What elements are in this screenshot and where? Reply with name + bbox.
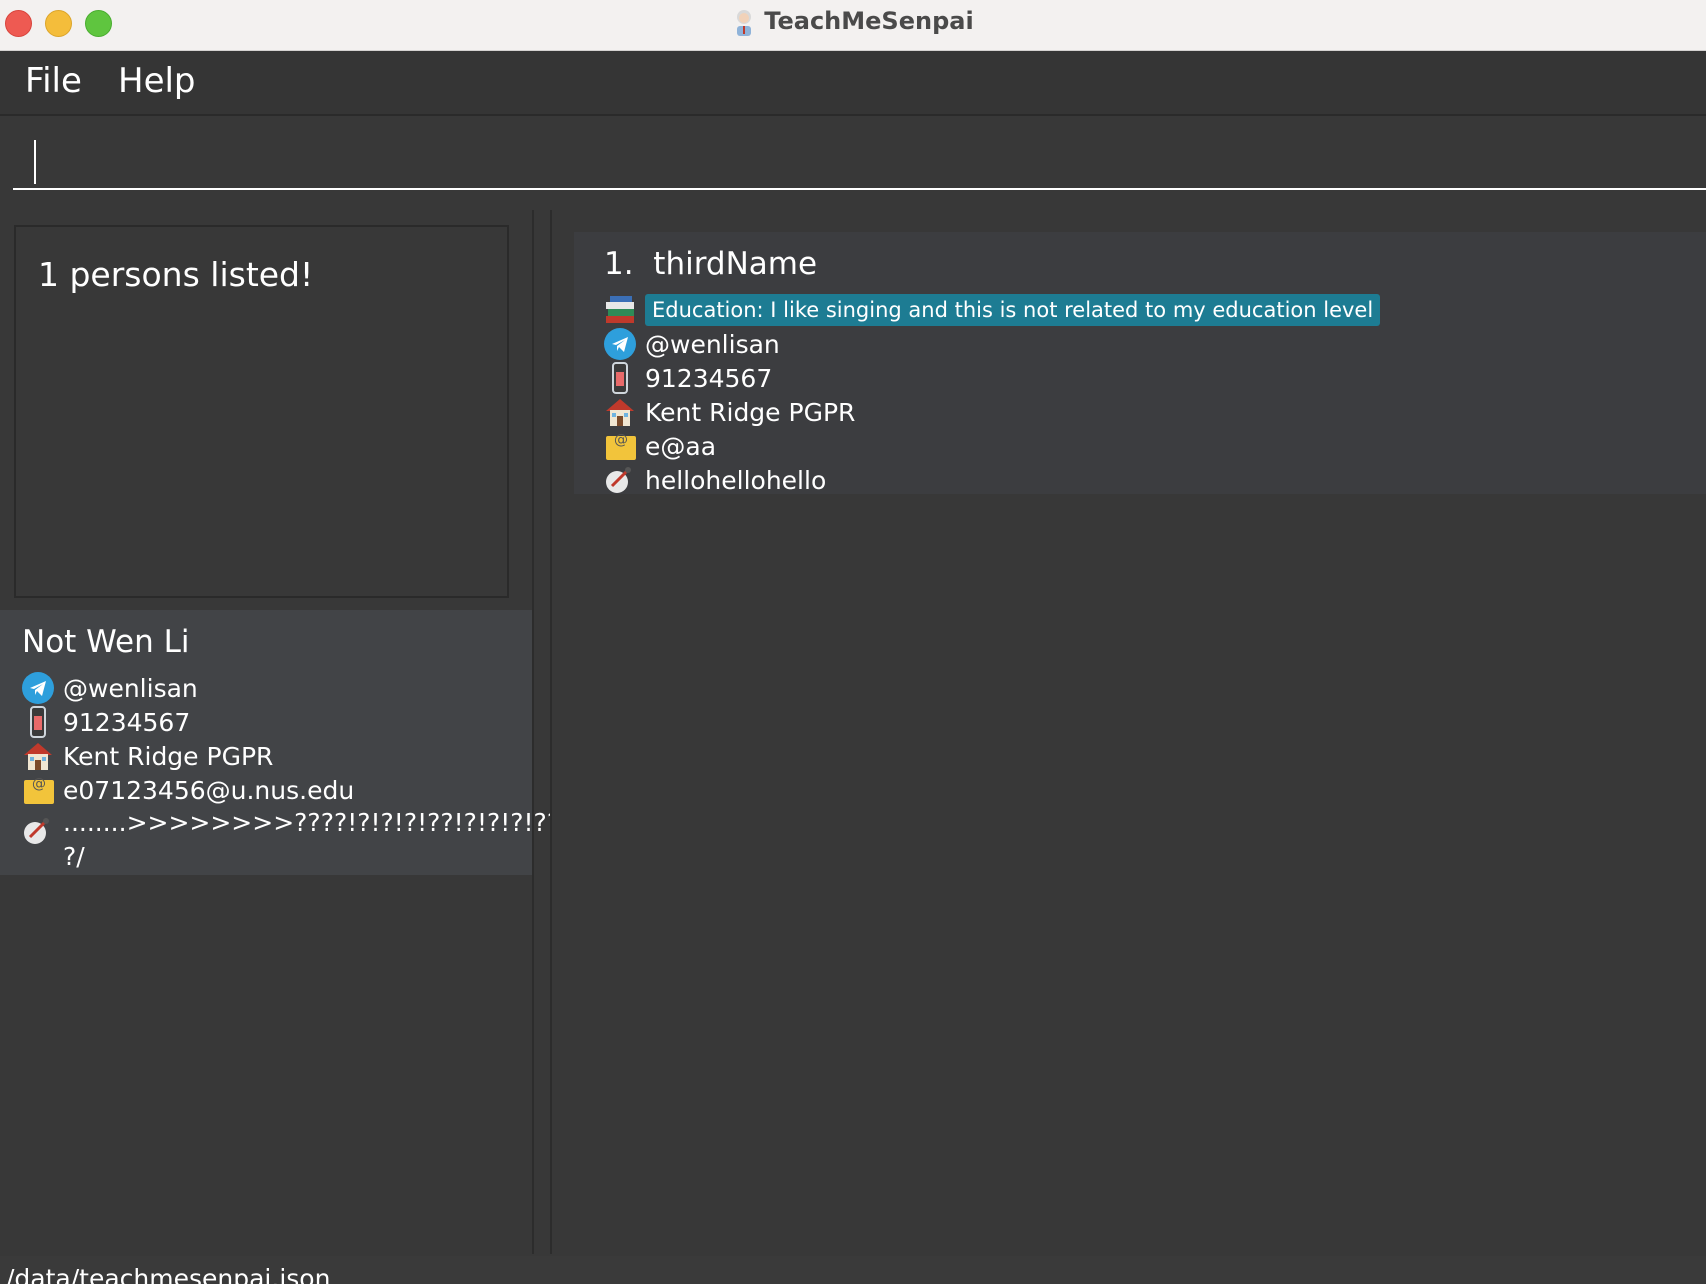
status-bar: /data/teachmesenpai.json bbox=[0, 1256, 1706, 1284]
senpai-app-icon bbox=[737, 10, 752, 36]
person-education-row: Education: I like singing and this is no… bbox=[604, 294, 1381, 326]
command-input[interactable] bbox=[13, 126, 1706, 190]
detail-remark-cont: ?/ bbox=[63, 841, 85, 871]
detail-remark-line1: ........>>>>>>>>????!?!?!?!??!?!?!?!??!?… bbox=[63, 806, 617, 838]
save-location: /data/teachmesenpai.json bbox=[6, 1264, 331, 1284]
person-address-row: Kent Ridge PGPR bbox=[604, 396, 855, 428]
person-remark-row: hellohellohello bbox=[604, 464, 826, 496]
person-email: e@aa bbox=[645, 431, 717, 461]
person-index: 1. bbox=[604, 246, 634, 282]
title-bar: TeachMeSenpai bbox=[0, 0, 1706, 51]
detail-telegram-row: @wenlisan bbox=[22, 672, 198, 704]
person-detail-card: Not Wen Li @wenlisan 91234567 Kent Ridge… bbox=[0, 610, 617, 875]
detail-phone-row: 91234567 bbox=[22, 706, 190, 738]
person-telegram-row: @wenlisan bbox=[604, 328, 780, 360]
person-card[interactable]: 1. thirdName Education: I like singing a… bbox=[574, 232, 1706, 496]
telegram-icon bbox=[22, 672, 54, 704]
house-icon bbox=[604, 396, 636, 428]
remark-icon bbox=[22, 815, 54, 851]
detail-remark: ........>>>>>>>>????!?!?!?!??!?!?!?!??!?… bbox=[63, 807, 617, 837]
detail-address-row: Kent Ridge PGPR bbox=[22, 740, 273, 772]
detail-telegram: @wenlisan bbox=[63, 673, 198, 703]
telegram-icon bbox=[604, 328, 636, 360]
detail-address: Kent Ridge PGPR bbox=[63, 741, 274, 771]
mail-icon bbox=[604, 430, 636, 462]
detail-email-row: e07123456@u.nus.edu bbox=[22, 774, 354, 806]
result-message: 1 persons listed! bbox=[38, 255, 314, 294]
text-caret bbox=[34, 140, 36, 184]
menu-file[interactable]: File bbox=[25, 61, 82, 101]
app-title-text: TeachMeSenpai bbox=[764, 7, 974, 35]
house-icon bbox=[22, 740, 54, 772]
window-title: TeachMeSenpai bbox=[0, 7, 1706, 36]
remark-icon bbox=[604, 464, 636, 496]
phone-icon bbox=[604, 362, 636, 394]
books-icon bbox=[604, 294, 636, 326]
detail-phone: 91234567 bbox=[63, 707, 191, 737]
person-email-row: e@aa bbox=[604, 430, 716, 462]
person-address: Kent Ridge PGPR bbox=[645, 397, 856, 427]
detail-email: e07123456@u.nus.edu bbox=[63, 775, 355, 805]
left-panel: 1 persons listed! Not Wen Li @wenlisan 9… bbox=[0, 210, 617, 1254]
person-telegram: @wenlisan bbox=[645, 329, 780, 359]
person-list-panel: 1. thirdName Education: I like singing a… bbox=[550, 210, 1706, 1254]
person-phone: 91234567 bbox=[645, 363, 773, 393]
detail-remark-line2: ?/ bbox=[63, 840, 85, 872]
result-display: 1 persons listed! bbox=[14, 225, 509, 598]
detail-name: Not Wen Li bbox=[22, 624, 190, 660]
person-phone-row: 91234567 bbox=[604, 362, 772, 394]
menu-bar: File Help bbox=[0, 51, 1706, 116]
phone-icon bbox=[22, 706, 54, 738]
person-name: thirdName bbox=[653, 246, 818, 282]
person-remark: hellohellohello bbox=[645, 465, 827, 495]
command-bar bbox=[0, 116, 1706, 201]
menu-help[interactable]: Help bbox=[118, 61, 196, 101]
person-card-title: 1. thirdName bbox=[604, 246, 817, 282]
education-tag: Education: I like singing and this is no… bbox=[645, 294, 1381, 326]
mail-icon bbox=[22, 774, 54, 806]
